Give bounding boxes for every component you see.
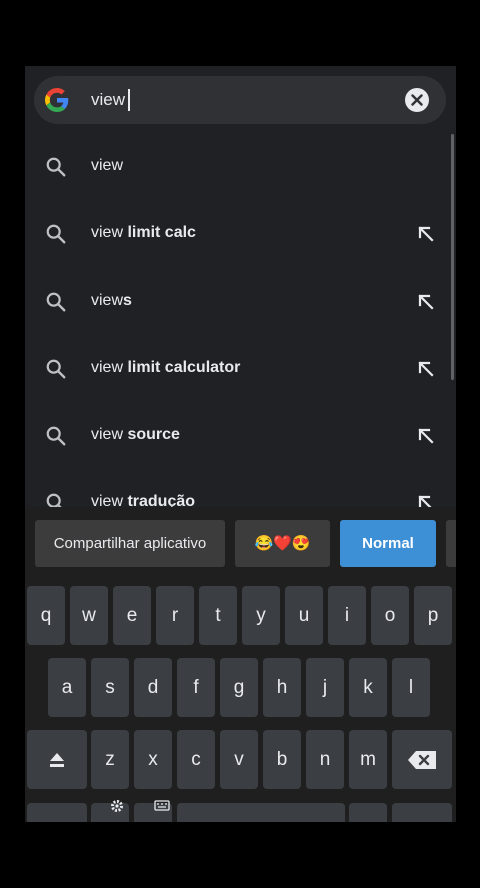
search-query-text: view xyxy=(91,90,126,109)
share-app-button[interactable]: Compartilhar aplicativo xyxy=(35,520,225,567)
symbols-key[interactable] xyxy=(27,803,87,822)
key-m[interactable]: m xyxy=(349,730,387,789)
close-icon xyxy=(411,94,423,106)
key-i[interactable]: i xyxy=(328,586,366,645)
key-d[interactable]: d xyxy=(134,658,172,717)
key-k[interactable]: k xyxy=(349,658,387,717)
period-key[interactable] xyxy=(349,803,387,822)
gear-icon xyxy=(111,800,123,812)
keyboard-switch-key[interactable] xyxy=(134,800,172,822)
suggestion-text: view source xyxy=(91,426,180,444)
suggestion-text: view limit calculator xyxy=(91,358,241,376)
suggestion-text: view tradução xyxy=(91,493,196,507)
suggestion-list: view view limit calc views view limit ca… xyxy=(25,133,456,507)
scrollbar[interactable] xyxy=(451,134,454,380)
phone-screen: view view view limit calc views view lim… xyxy=(25,66,456,822)
key-x[interactable]: x xyxy=(134,730,172,789)
shift-icon xyxy=(50,753,64,767)
key-c[interactable]: c xyxy=(177,730,215,789)
key-h[interactable]: h xyxy=(263,658,301,717)
suggestion-text: views xyxy=(91,291,132,309)
key-f[interactable]: f xyxy=(177,658,215,717)
key-z[interactable]: z xyxy=(91,730,129,789)
search-icon xyxy=(46,292,66,312)
suggestion-item[interactable]: view xyxy=(25,133,456,200)
suggestion-item[interactable]: view tradução xyxy=(25,469,456,507)
key-q[interactable]: q xyxy=(27,586,65,645)
backspace-icon xyxy=(408,751,436,769)
key-j[interactable]: j xyxy=(306,658,344,717)
fill-query-arrow-icon[interactable] xyxy=(417,360,435,378)
strip-overflow-button[interactable] xyxy=(446,520,456,567)
shift-key[interactable] xyxy=(27,730,87,789)
key-n[interactable]: n xyxy=(306,730,344,789)
enter-key[interactable] xyxy=(392,803,452,822)
keyboard: Compartilhar aplicativo 😂❤️😍 Normal q w … xyxy=(25,507,456,822)
key-o[interactable]: o xyxy=(371,586,409,645)
key-a[interactable]: a xyxy=(48,658,86,717)
fill-query-arrow-icon[interactable] xyxy=(417,293,435,311)
key-u[interactable]: u xyxy=(285,586,323,645)
search-icon xyxy=(46,157,66,177)
fill-query-arrow-icon[interactable] xyxy=(417,225,435,243)
text-cursor xyxy=(128,89,131,111)
suggestion-item[interactable]: views xyxy=(25,268,456,335)
search-icon xyxy=(46,494,62,507)
key-l[interactable]: l xyxy=(392,658,430,717)
keyboard-icon xyxy=(154,800,170,811)
google-logo-icon xyxy=(45,88,69,112)
key-g[interactable]: g xyxy=(220,658,258,717)
search-icon xyxy=(46,359,66,379)
key-s[interactable]: s xyxy=(91,658,129,717)
fill-query-arrow-icon[interactable] xyxy=(417,494,435,507)
clear-search-button[interactable] xyxy=(405,88,429,112)
key-w[interactable]: w xyxy=(70,586,108,645)
key-b[interactable]: b xyxy=(263,730,301,789)
normal-mode-button[interactable]: Normal xyxy=(340,520,436,567)
space-key[interactable] xyxy=(177,803,345,822)
fill-query-arrow-icon[interactable] xyxy=(417,427,435,445)
key-e[interactable]: e xyxy=(113,586,151,645)
key-t[interactable]: t xyxy=(199,586,237,645)
key-v[interactable]: v xyxy=(220,730,258,789)
search-icon xyxy=(46,426,66,446)
backspace-key[interactable] xyxy=(392,730,452,789)
suggestion-item[interactable]: view source xyxy=(25,402,456,469)
search-bar[interactable]: view xyxy=(34,76,446,124)
settings-key[interactable] xyxy=(91,800,129,822)
key-p[interactable]: p xyxy=(414,586,452,645)
suggestion-item[interactable]: view limit calc xyxy=(25,200,456,267)
search-input[interactable]: view xyxy=(91,89,131,111)
key-y[interactable]: y xyxy=(242,586,280,645)
suggestion-text: view xyxy=(91,157,124,174)
suggestion-text: view limit calc xyxy=(91,224,196,242)
key-r[interactable]: r xyxy=(156,586,194,645)
emoji-button[interactable]: 😂❤️😍 xyxy=(235,520,330,567)
search-icon xyxy=(46,224,66,244)
suggestion-item[interactable]: view limit calculator xyxy=(25,335,456,402)
